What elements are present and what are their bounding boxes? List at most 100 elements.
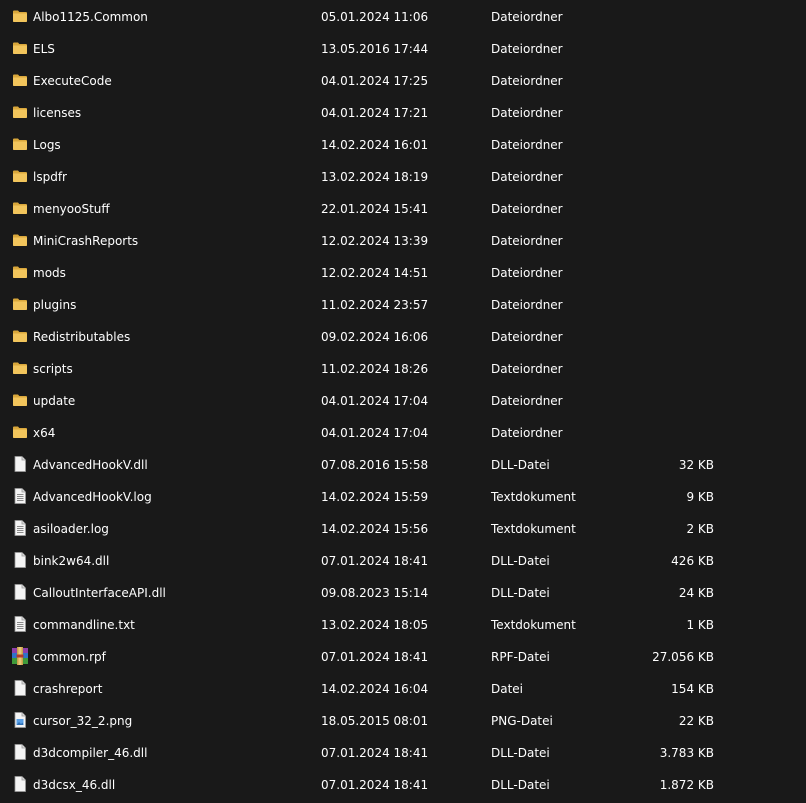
folder-icon (12, 200, 28, 216)
file-row[interactable]: AdvancedHookV.log 14.02.2024 15:59 Textd… (0, 481, 806, 513)
file-row[interactable]: AdvancedHookV.dll 07.08.2016 15:58 DLL-D… (0, 449, 806, 481)
file-row[interactable]: d3dcompiler_46.dll 07.01.2024 18:41 DLL-… (0, 737, 806, 769)
text-file-icon (12, 616, 28, 632)
file-row[interactable]: common.rpf 07.01.2024 18:41 RPF-Datei 27… (0, 641, 806, 673)
folder-icon (12, 264, 28, 280)
file-type: Dateiordner (491, 266, 563, 280)
file-name: d3dcompiler_46.dll (33, 746, 148, 760)
file-name: x64 (33, 426, 56, 440)
folder-icon (12, 232, 28, 248)
file-icon (12, 456, 28, 472)
file-modified-date: 04.01.2024 17:04 (321, 426, 429, 440)
file-type: RPF-Datei (491, 650, 550, 664)
file-name: MiniCrashReports (33, 234, 139, 248)
file-size: 32 KB (678, 458, 714, 472)
archive-icon (11, 647, 28, 665)
file-type: Dateiordner (491, 74, 563, 88)
file-modified-date: 07.01.2024 18:41 (321, 554, 429, 568)
file-name: common.rpf (33, 650, 106, 664)
file-size: 9 KB (686, 490, 714, 504)
file-modified-date: 11.02.2024 18:26 (321, 362, 429, 376)
file-row[interactable]: crashreport 14.02.2024 16:04 Datei 154 K… (0, 673, 806, 705)
file-modified-date: 09.02.2024 16:06 (321, 330, 429, 344)
file-type: Textdokument (491, 490, 576, 504)
file-row[interactable]: licenses 04.01.2024 17:21 Dateiordner (0, 97, 806, 129)
file-size: 24 KB (678, 586, 714, 600)
file-modified-date: 07.01.2024 18:41 (321, 650, 429, 664)
file-modified-date: 12.02.2024 14:51 (321, 266, 429, 280)
file-row[interactable]: update 04.01.2024 17:04 Dateiordner (0, 385, 806, 417)
file-icon (12, 744, 28, 760)
file-type: Dateiordner (491, 10, 563, 24)
file-row[interactable]: Redistributables 09.02.2024 16:06 Dateio… (0, 321, 806, 353)
file-type: Dateiordner (491, 330, 563, 344)
file-type: Dateiordner (491, 202, 563, 216)
file-row[interactable]: commandline.txt 13.02.2024 18:05 Textdok… (0, 609, 806, 641)
file-type: DLL-Datei (491, 586, 550, 600)
file-size: 1.872 KB (659, 778, 714, 792)
file-row[interactable]: menyooStuff 22.01.2024 15:41 Dateiordner (0, 193, 806, 225)
file-modified-date: 14.02.2024 16:01 (321, 138, 429, 152)
folder-icon (12, 360, 28, 376)
file-type: DLL-Datei (491, 778, 550, 792)
file-row[interactable]: plugins 11.02.2024 23:57 Dateiordner (0, 289, 806, 321)
file-modified-date: 18.05.2015 08:01 (321, 714, 429, 728)
file-row[interactable]: d3dcsx_46.dll 07.01.2024 18:41 DLL-Datei… (0, 769, 806, 801)
file-name: d3dcsx_46.dll (33, 778, 116, 792)
text-file-icon (12, 488, 28, 504)
file-row[interactable]: ExecuteCode 04.01.2024 17:25 Dateiordner (0, 65, 806, 97)
file-modified-date: 13.02.2024 18:19 (321, 170, 429, 184)
file-row[interactable]: CalloutInterfaceAPI.dll 09.08.2023 15:14… (0, 577, 806, 609)
file-name: bink2w64.dll (33, 554, 110, 568)
image-file-icon (12, 712, 28, 728)
folder-icon (12, 104, 28, 120)
file-modified-date: 14.02.2024 15:59 (321, 490, 429, 504)
folder-icon (12, 40, 28, 56)
file-modified-date: 13.05.2016 17:44 (321, 42, 429, 56)
file-row[interactable]: Logs 14.02.2024 16:01 Dateiordner (0, 129, 806, 161)
file-type: Dateiordner (491, 234, 563, 248)
file-row[interactable]: x64 04.01.2024 17:04 Dateiordner (0, 417, 806, 449)
file-icon (12, 552, 28, 568)
file-modified-date: 04.01.2024 17:21 (321, 106, 429, 120)
file-row[interactable]: MiniCrashReports 12.02.2024 13:39 Dateio… (0, 225, 806, 257)
file-row[interactable]: asiloader.log 14.02.2024 15:56 Textdokum… (0, 513, 806, 545)
folder-icon (12, 72, 28, 88)
file-modified-date: 11.02.2024 23:57 (321, 298, 429, 312)
file-name: lspdfr (33, 170, 67, 184)
file-type: Dateiordner (491, 42, 563, 56)
folder-icon (12, 296, 28, 312)
file-modified-date: 14.02.2024 15:56 (321, 522, 429, 536)
file-row[interactable]: lspdfr 13.02.2024 18:19 Dateiordner (0, 161, 806, 193)
file-name: CalloutInterfaceAPI.dll (33, 586, 166, 600)
file-row[interactable]: bink2w64.dll 07.01.2024 18:41 DLL-Datei … (0, 545, 806, 577)
file-name: mods (33, 266, 66, 280)
file-name: asiloader.log (33, 522, 109, 536)
folder-icon (12, 424, 28, 440)
file-name: Albo1125.Common (33, 10, 148, 24)
file-name: update (33, 394, 76, 408)
file-type: PNG-Datei (491, 714, 553, 728)
file-size: 22 KB (678, 714, 714, 728)
file-modified-date: 09.08.2023 15:14 (321, 586, 429, 600)
file-type: Dateiordner (491, 394, 563, 408)
file-icon (12, 584, 28, 600)
file-row[interactable]: mods 12.02.2024 14:51 Dateiordner (0, 257, 806, 289)
file-row[interactable]: ELS 13.05.2016 17:44 Dateiordner (0, 33, 806, 65)
folder-icon (12, 328, 28, 344)
file-row[interactable]: cursor_32_2.png 18.05.2015 08:01 PNG-Dat… (0, 705, 806, 737)
file-name: commandline.txt (33, 618, 135, 632)
file-row[interactable]: Albo1125.Common 05.01.2024 11:06 Dateior… (0, 1, 806, 33)
folder-icon (12, 8, 28, 24)
file-name: ExecuteCode (33, 74, 112, 88)
file-name: licenses (33, 106, 82, 120)
file-modified-date: 07.01.2024 18:41 (321, 778, 429, 792)
file-modified-date: 22.01.2024 15:41 (321, 202, 429, 216)
file-type: Dateiordner (491, 138, 563, 152)
file-modified-date: 07.01.2024 18:41 (321, 746, 429, 760)
file-name: crashreport (33, 682, 103, 696)
file-type: Dateiordner (491, 298, 563, 312)
file-type: Dateiordner (491, 170, 563, 184)
file-row[interactable]: scripts 11.02.2024 18:26 Dateiordner (0, 353, 806, 385)
file-type: DLL-Datei (491, 746, 550, 760)
